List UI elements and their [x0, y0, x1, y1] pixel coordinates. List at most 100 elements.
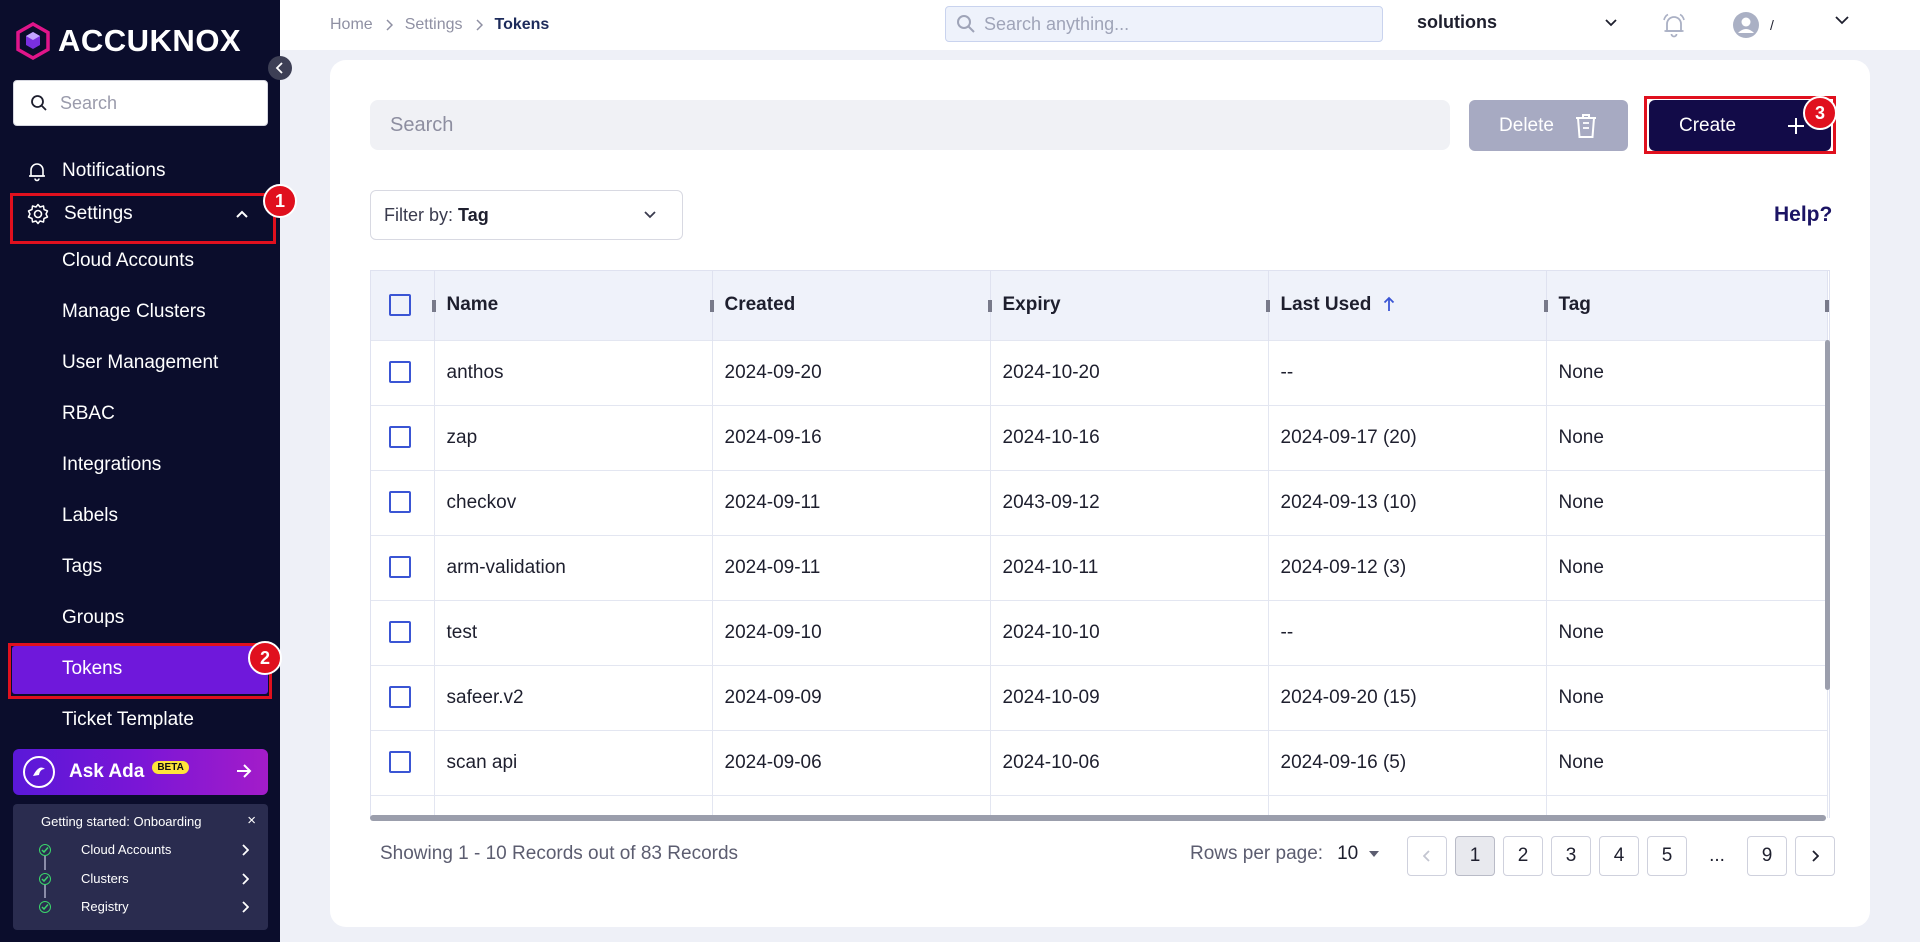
- next-page-button[interactable]: [1795, 836, 1835, 876]
- filter-label: Filter by: Tag: [384, 205, 489, 226]
- global-search[interactable]: [945, 6, 1383, 42]
- global-search-input[interactable]: [984, 13, 1364, 35]
- tenant-name: solutions: [1417, 12, 1497, 32]
- row-checkbox[interactable]: [389, 556, 411, 579]
- sidebar-item-user-management[interactable]: User Management: [62, 352, 218, 374]
- tokens-card: Delete Create 3 Filter by: Tag Help? Nam…: [330, 60, 1870, 927]
- table-row[interactable]: arm-validation 2024-09-11 2024-10-11 202…: [371, 535, 1828, 600]
- sidebar-item-rbac[interactable]: RBAC: [62, 403, 115, 425]
- table-row[interactable]: zap 2024-09-16 2024-10-16 2024-09-17 (20…: [371, 405, 1828, 470]
- annotation-highlight-tokens: [8, 643, 272, 699]
- rows-per-page-select[interactable]: 10: [1337, 843, 1380, 865]
- cell-expiry: 2024-10-11: [990, 535, 1269, 600]
- user-name: /: [1770, 17, 1774, 33]
- breadcrumb-settings[interactable]: Settings: [405, 16, 463, 34]
- sidebar-item-cloud-accounts[interactable]: Cloud Accounts: [62, 250, 194, 272]
- tenant-selector[interactable]: solutions: [1417, 12, 1617, 33]
- cell-tag: None: [1546, 340, 1828, 405]
- step-connector: [44, 856, 46, 870]
- cell-tag: None: [1546, 405, 1828, 470]
- page-button-5[interactable]: 5: [1647, 836, 1687, 876]
- sort-ascending-icon[interactable]: [1383, 296, 1395, 312]
- cell-created: 2024-09-11: [712, 470, 991, 535]
- sidebar-item-manage-clusters[interactable]: Manage Clusters: [62, 301, 206, 323]
- sidebar-item-notifications[interactable]: Notifications: [26, 160, 166, 182]
- sidebar-item-ticket-template[interactable]: Ticket Template: [62, 709, 194, 731]
- breadcrumb-home[interactable]: Home: [330, 16, 373, 34]
- cell-expiry: 2024-10-10: [990, 600, 1269, 665]
- row-select-cell: [371, 600, 435, 665]
- horizontal-scrollbar[interactable]: [370, 815, 1826, 821]
- sidebar-collapse-button[interactable]: [268, 56, 292, 80]
- column-header-name[interactable]: Name: [434, 271, 714, 340]
- tokens-search[interactable]: [370, 100, 1450, 150]
- row-checkbox[interactable]: [389, 751, 411, 774]
- ask-ada-button[interactable]: Ask Ada BETA: [13, 749, 268, 795]
- column-header-expiry[interactable]: Expiry: [990, 271, 1270, 340]
- column-header-label: Tag: [1558, 294, 1591, 316]
- cell-name: scan api: [434, 730, 713, 795]
- chevron-down-icon[interactable]: [1835, 16, 1849, 25]
- chevron-right-icon: [242, 900, 249, 913]
- filter-dropdown[interactable]: Filter by: Tag: [370, 190, 683, 240]
- table-row[interactable]: scan api 2024-09-06 2024-10-06 2024-09-1…: [371, 730, 1828, 795]
- sidebar-item-tags[interactable]: Tags: [62, 556, 102, 578]
- column-header-tag[interactable]: Tag: [1546, 271, 1829, 340]
- cell-tag: None: [1546, 730, 1828, 795]
- table-row[interactable]: checkov 2024-09-11 2043-09-12 2024-09-13…: [371, 470, 1828, 535]
- chevron-left-icon: [1423, 850, 1430, 862]
- delete-button[interactable]: Delete: [1469, 100, 1628, 151]
- column-header-last-used[interactable]: Last Used: [1268, 271, 1548, 340]
- cell-created: 2024-09-20: [712, 340, 991, 405]
- cell-tag: None: [1546, 665, 1828, 730]
- page-button-9[interactable]: 9: [1747, 836, 1787, 876]
- cell-name: anthos: [434, 340, 713, 405]
- page-button-3[interactable]: 3: [1551, 836, 1591, 876]
- user-menu[interactable]: /: [1732, 11, 1774, 39]
- row-checkbox[interactable]: [389, 426, 411, 449]
- row-checkbox[interactable]: [389, 491, 411, 514]
- column-header-created[interactable]: Created: [712, 271, 992, 340]
- sidebar-search-input[interactable]: [60, 92, 240, 114]
- column-resize-handle[interactable]: [1824, 300, 1829, 312]
- chevron-right-icon: [475, 19, 483, 31]
- page-button-4[interactable]: 4: [1599, 836, 1639, 876]
- help-link[interactable]: Help?: [1774, 203, 1832, 227]
- row-checkbox[interactable]: [389, 361, 411, 384]
- onboarding-panel: Getting started: Onboarding × Cloud Acco…: [13, 804, 268, 930]
- cell-created: 2024-09-11: [712, 535, 991, 600]
- cell-last-used: 2024-09-16 (5): [1268, 730, 1547, 795]
- annotation-badge-3: 3: [1803, 96, 1837, 130]
- cell-last-used: --: [1268, 600, 1547, 665]
- bell-icon: [29, 163, 45, 182]
- sidebar-item-labels[interactable]: Labels: [62, 505, 118, 527]
- vertical-scrollbar[interactable]: [1825, 340, 1830, 690]
- onboarding-step-registry[interactable]: Registry: [39, 899, 249, 914]
- select-all-checkbox[interactable]: [389, 294, 411, 317]
- annotation-badge-1: 1: [263, 184, 297, 218]
- close-icon[interactable]: ×: [247, 812, 256, 829]
- records-summary: Showing 1 - 10 Records out of 83 Records: [380, 843, 739, 864]
- notifications-button[interactable]: [1660, 11, 1688, 44]
- sidebar-item-integrations[interactable]: Integrations: [62, 454, 161, 476]
- column-header-label: Expiry: [1002, 294, 1061, 316]
- prev-page-button[interactable]: [1407, 836, 1447, 876]
- sidebar-search[interactable]: [13, 80, 268, 126]
- sidebar-item-groups[interactable]: Groups: [62, 607, 124, 629]
- table-row[interactable]: test 2024-09-10 2024-10-10 -- None: [371, 600, 1828, 665]
- cell-name: checkov: [434, 470, 713, 535]
- page-button-1[interactable]: 1: [1455, 836, 1495, 876]
- brand-name: ACCUKNOX: [58, 23, 242, 58]
- row-checkbox[interactable]: [389, 621, 411, 644]
- row-checkbox[interactable]: [389, 686, 411, 709]
- tokens-search-input[interactable]: [390, 113, 1390, 137]
- page-button-2[interactable]: 2: [1503, 836, 1543, 876]
- cell-tag: None: [1546, 470, 1828, 535]
- cell-expiry: 2024-10-06: [990, 730, 1269, 795]
- breadcrumb-current: Tokens: [494, 16, 550, 33]
- table-row[interactable]: safeer.v2 2024-09-09 2024-10-09 2024-09-…: [371, 665, 1828, 730]
- onboarding-step-clusters[interactable]: Clusters: [39, 871, 249, 886]
- table-row[interactable]: anthos 2024-09-20 2024-10-20 -- None: [371, 340, 1828, 405]
- brand-logo[interactable]: ACCUKNOX: [14, 22, 241, 60]
- onboarding-step-cloud-accounts[interactable]: Cloud Accounts: [39, 842, 249, 857]
